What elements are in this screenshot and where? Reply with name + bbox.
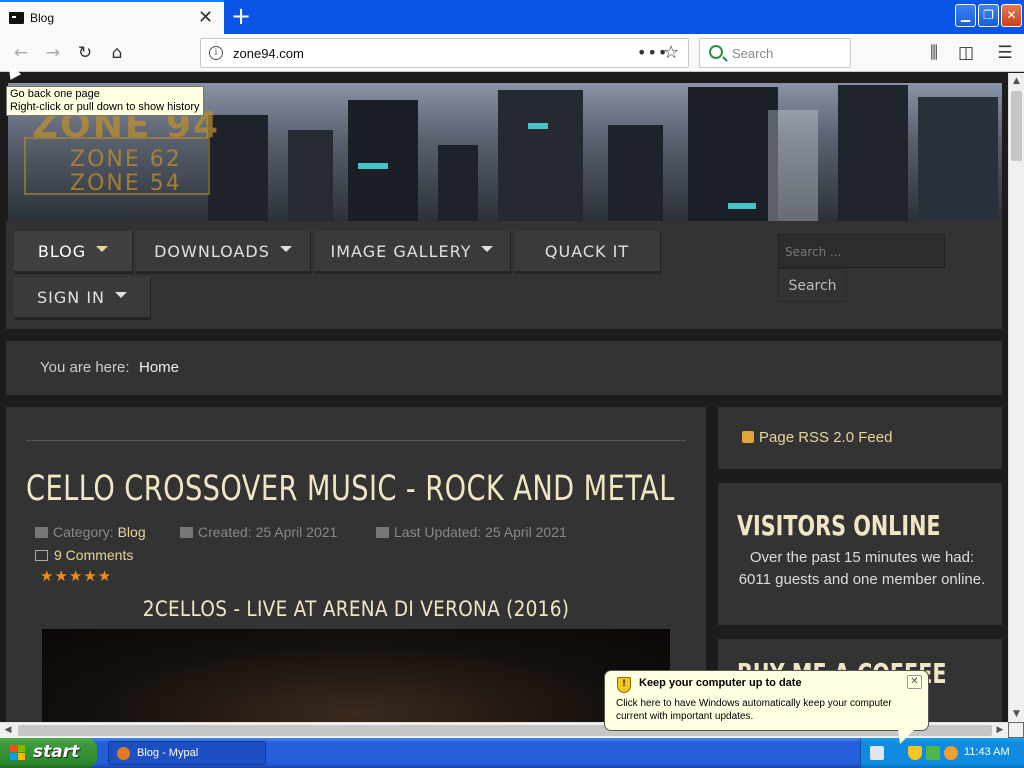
visitors-title: VISITORS ONLINE	[737, 509, 941, 542]
logo-subtext-1: ZONE 62	[70, 147, 182, 172]
home-icon[interactable]: ⌂	[107, 43, 127, 63]
rss-icon	[742, 431, 754, 443]
chevron-down-icon	[481, 245, 494, 252]
updated-meta: Last Updated: 25 April 2021	[376, 524, 567, 540]
network-icon[interactable]	[926, 746, 940, 760]
browser-search-input[interactable]: Search	[699, 38, 851, 68]
menu-item-sign-in[interactable]: SIGN IN	[14, 277, 150, 319]
taskbar-item-label: Blog - Mypal	[137, 747, 199, 759]
sidebar-icon[interactable]: ◫	[956, 43, 976, 63]
site-search-input[interactable]: Search ...	[778, 234, 945, 268]
visitors-text: Over the past 15 minutes we had: 6011 gu…	[738, 549, 986, 588]
rss-panel: Page RSS 2.0 Feed	[718, 407, 1002, 469]
security-shield-icon[interactable]	[908, 746, 922, 760]
notification-text[interactable]: Click here to have Windows automatically…	[616, 697, 921, 723]
visitors-panel: VISITORS ONLINE Over the past 15 minutes…	[718, 483, 1002, 625]
search-tray-icon[interactable]	[944, 746, 958, 760]
rss-feed-link[interactable]: Page RSS 2.0 Feed	[759, 429, 892, 446]
menu-label: SIGN IN	[36, 288, 105, 307]
hamburger-menu-icon[interactable]: ☰	[995, 43, 1015, 63]
created-meta: Created: 25 April 2021	[180, 524, 337, 540]
url-bar[interactable]: i zone94.com ••• ☆	[200, 38, 689, 68]
article-title[interactable]: CELLO CROSSOVER MUSIC - ROCK AND METAL	[26, 469, 675, 509]
tooltip-line-2: Right-click or pull down to show history	[10, 101, 200, 113]
nav-toolbar: ← → ↻ ⌂ i zone94.com ••• ☆ Search ⫼ ◫ ☰	[0, 34, 1024, 72]
menu-item-blog[interactable]: BLOG	[14, 231, 132, 273]
taskbar-item-mypal[interactable]: Blog - Mypal	[108, 741, 266, 765]
forward-arrow-icon[interactable]: →	[43, 43, 63, 63]
bookmark-star-icon[interactable]: ☆	[663, 42, 679, 63]
scrollbar-thumb[interactable]	[1011, 91, 1022, 161]
update-notification[interactable]: ! Keep your computer up to date ✕ Click …	[604, 670, 929, 731]
chevron-down-icon	[279, 245, 292, 252]
comments-count[interactable]: 9 Comments	[54, 547, 133, 563]
url-text[interactable]: zone94.com	[233, 46, 304, 61]
breadcrumb-label: You are here:	[40, 359, 130, 376]
system-tray: 11:43 AM	[860, 738, 1024, 768]
shield-icon: !	[617, 677, 631, 693]
search-engine-icon	[709, 45, 723, 59]
divider	[26, 440, 686, 441]
tooltip-line-1: Go back one page	[10, 88, 100, 100]
windows-logo-icon	[10, 745, 27, 761]
scroll-corner	[1008, 722, 1024, 738]
start-label: start	[33, 742, 80, 762]
mypal-icon	[117, 747, 130, 760]
balloon-tail	[898, 730, 914, 744]
menu-label: IMAGE GALLERY	[330, 242, 472, 261]
taskbar: start Blog - Mypal 11:43 AM	[0, 738, 1024, 768]
calendar-icon	[376, 527, 389, 538]
restore-button[interactable]: ❐	[978, 4, 999, 27]
video-player[interactable]	[42, 629, 670, 722]
tab-close-icon[interactable]: ✕	[198, 8, 213, 28]
vertical-scrollbar[interactable]: ▲ ▼	[1008, 73, 1024, 722]
updated-date: Last Updated: 25 April 2021	[394, 524, 567, 540]
web-page: ZONE 94 ZONE 62 ZONE 54 BLOG DOWNLOADS I…	[0, 73, 1008, 722]
keyboard-icon[interactable]	[870, 746, 884, 760]
video-title: 2CELLOS - LIVE AT ARENA DI VERONA (2016)	[142, 597, 570, 621]
category-label: Category:	[53, 524, 114, 540]
tab-blog[interactable]: Blog ✕	[0, 0, 224, 34]
breadcrumb-home-link[interactable]: Home	[139, 359, 179, 376]
chevron-down-icon	[96, 245, 109, 252]
comments-link[interactable]: 9 Comments	[35, 547, 133, 563]
scroll-up-icon[interactable]: ▲	[1009, 73, 1024, 89]
library-icon[interactable]: ⫼	[924, 43, 944, 63]
scroll-right-icon[interactable]: ▶	[992, 723, 1008, 738]
menu-item-quack-it[interactable]: QUACK IT	[514, 231, 660, 273]
menu-label: DOWNLOADS	[154, 242, 270, 261]
rating-stars[interactable]: ★★★★★	[40, 567, 112, 585]
close-window-button[interactable]: ✕	[1001, 4, 1022, 27]
minimize-button[interactable]: ▁	[955, 4, 976, 27]
site-search-button[interactable]: Search	[778, 268, 847, 302]
new-tab-button[interactable]: +	[228, 2, 254, 30]
tab-title: Blog	[30, 11, 55, 25]
menu-item-downloads[interactable]: DOWNLOADS	[136, 231, 310, 273]
menu-label: QUACK IT	[544, 242, 630, 261]
browser-search-placeholder: Search	[732, 46, 774, 61]
logo-subtext-2: ZONE 54	[70, 171, 182, 196]
comment-icon	[35, 550, 48, 561]
back-button-tooltip: Go back one page Right-click or pull dow…	[6, 86, 204, 116]
folder-icon	[35, 527, 48, 538]
scroll-down-icon[interactable]: ▼	[1009, 706, 1024, 722]
scroll-left-icon[interactable]: ◀	[0, 723, 16, 738]
category-link[interactable]: Blog	[118, 524, 146, 540]
chevron-down-icon	[115, 291, 127, 298]
clock[interactable]: 11:43 AM	[964, 746, 1010, 758]
menu-item-image-gallery[interactable]: IMAGE GALLERY	[314, 231, 510, 273]
start-button[interactable]: start	[0, 738, 97, 768]
reload-icon[interactable]: ↻	[75, 43, 95, 63]
calendar-icon	[180, 527, 193, 538]
breadcrumb: You are here: Home	[6, 341, 1002, 395]
site-info-icon[interactable]: i	[209, 46, 223, 60]
close-icon[interactable]: ✕	[907, 675, 922, 689]
site-favicon-icon	[9, 12, 24, 24]
menu-label: BLOG	[37, 242, 87, 261]
notification-title: Keep your computer up to date	[639, 677, 802, 689]
category-meta: Category: Blog	[35, 524, 146, 540]
created-date: Created: 25 April 2021	[198, 524, 338, 540]
article-panel: CELLO CROSSOVER MUSIC - ROCK AND METAL C…	[6, 407, 706, 722]
tab-strip: Blog ✕ + ▁ ❐ ✕	[0, 0, 1024, 34]
